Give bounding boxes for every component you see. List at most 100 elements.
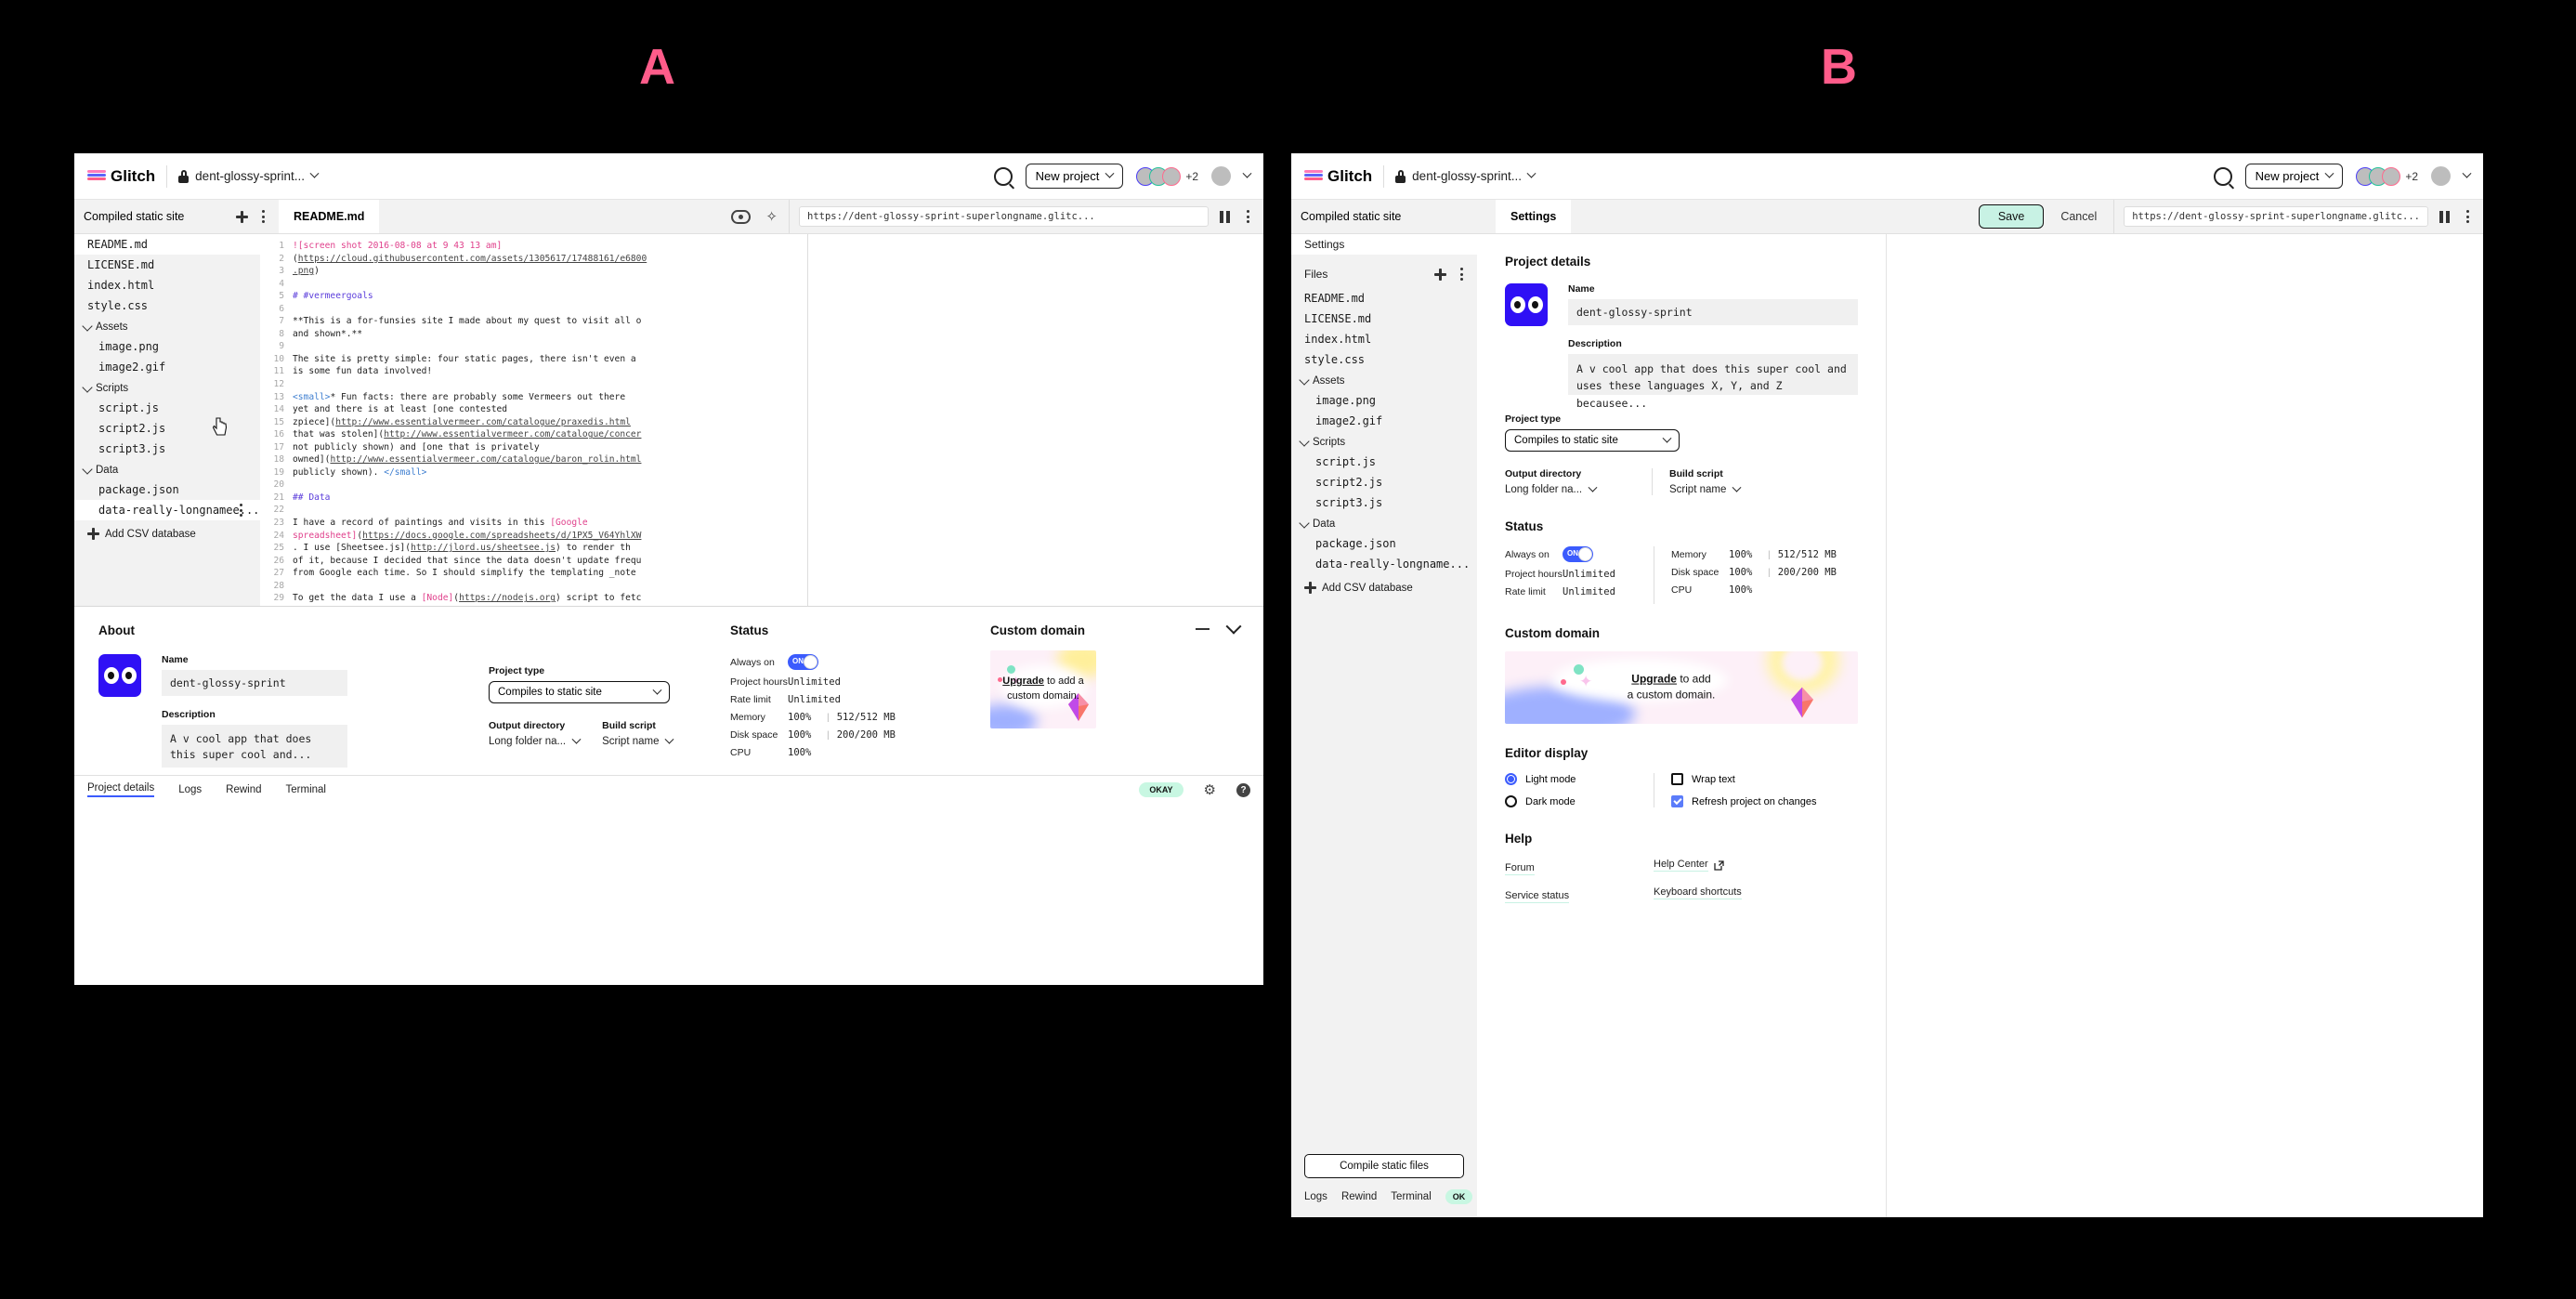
tab-logs[interactable]: Logs — [178, 784, 202, 795]
new-project-button[interactable]: New project — [2244, 164, 2344, 189]
gear-icon[interactable]: ⚙ — [1204, 783, 1216, 797]
file-item-script2-js[interactable]: script2.js — [74, 418, 260, 439]
pause-icon[interactable] — [1220, 210, 1230, 223]
settings-tab[interactable]: Settings — [1496, 200, 1572, 233]
always-on-toggle[interactable]: ON — [788, 654, 818, 670]
file-item-style[interactable]: style.css — [1291, 349, 1477, 370]
pause-icon[interactable] — [2439, 210, 2450, 223]
upgrade-promo-banner[interactable]: ✦ Upgrade to add a custom domain. — [1505, 651, 1858, 724]
collapse-drawer-icon[interactable] — [1225, 618, 1242, 635]
folder-assets[interactable]: Assets — [74, 316, 260, 336]
file-item-index[interactable]: index.html — [1291, 329, 1477, 349]
file-item-license[interactable]: LICENSE.md — [1291, 308, 1477, 329]
sidebar-kebab-icon[interactable] — [256, 210, 269, 223]
folder-data[interactable]: Data — [74, 459, 260, 479]
checkbox-refresh-project[interactable]: Refresh project on changes — [1671, 795, 1858, 807]
search-icon[interactable] — [993, 166, 1013, 186]
compile-static-files-button[interactable]: Compile static files — [1304, 1154, 1464, 1178]
output-directory-select[interactable]: Long folder na... — [1505, 482, 1635, 495]
preview-kebab-icon[interactable] — [1241, 210, 1254, 223]
file-row-kebab-icon[interactable] — [234, 504, 247, 517]
glitch-logo[interactable]: Glitch — [87, 167, 155, 186]
link-forum[interactable]: Forum — [1505, 862, 1535, 875]
project-switcher[interactable]: dent-glossy-sprint... — [178, 168, 320, 183]
file-item-script2-js[interactable]: script2.js — [1291, 472, 1477, 492]
file-item-image2-gif[interactable]: image2.gif — [1291, 411, 1477, 431]
preview-url-input[interactable]: https://dent-glossy-sprint-superlongname… — [799, 206, 1209, 227]
chevron-down-icon[interactable] — [2462, 168, 2472, 178]
add-csv-database-button[interactable]: Add CSV database — [74, 520, 260, 540]
file-item-readme[interactable]: README.md — [1291, 288, 1477, 308]
link-help-center[interactable]: Help Center — [1654, 859, 1708, 872]
preview-kebab-icon[interactable] — [2461, 210, 2474, 223]
file-item-data-csv[interactable]: data-really-longnamee... — [74, 500, 260, 520]
code-editor[interactable]: 1 ![screen shot 2016-08-08 at 9 43 13 am]… — [260, 234, 807, 606]
project-description-input[interactable]: A v cool app that does this super cool a… — [162, 725, 347, 768]
upgrade-link[interactable]: Upgrade — [1002, 676, 1044, 687]
new-project-button[interactable]: New project — [1025, 164, 1124, 189]
file-item-data-csv[interactable]: data-really-longname... — [1291, 554, 1477, 574]
file-item-script3-js[interactable]: script3.js — [1291, 492, 1477, 513]
file-item-style[interactable]: style.css — [74, 295, 260, 316]
file-item-image-png[interactable]: image.png — [74, 336, 260, 357]
file-item-license[interactable]: LICENSE.md — [74, 255, 260, 275]
always-on-toggle[interactable]: ON — [1563, 546, 1593, 562]
project-type-select[interactable]: Compiles to static site — [489, 681, 670, 703]
googly-eyes-avatar[interactable] — [98, 654, 141, 697]
minimize-icon[interactable] — [1196, 627, 1210, 631]
project-description-input[interactable]: A v cool app that does this super cool a… — [1568, 354, 1858, 410]
tab-terminal[interactable]: Terminal — [286, 784, 326, 795]
tab-rewind[interactable]: Rewind — [1341, 1191, 1377, 1202]
file-item-script3-js[interactable]: script3.js — [74, 439, 260, 459]
files-kebab-icon[interactable] — [1455, 268, 1468, 281]
file-item-index[interactable]: index.html — [74, 275, 260, 295]
link-service-status[interactable]: Service status — [1505, 890, 1570, 903]
upgrade-promo-banner[interactable]: ✦ Upgrade to add a custom domain. — [990, 650, 1096, 728]
preview-url-input[interactable]: https://dent-glossy-sprint-superlongname… — [2124, 206, 2428, 227]
folder-data[interactable]: Data — [1291, 513, 1477, 533]
glitch-logo[interactable]: Glitch — [1304, 167, 1372, 186]
user-avatar[interactable] — [1211, 166, 1231, 186]
file-item-image2-gif[interactable]: image2.gif — [74, 357, 260, 377]
googly-eyes-avatar[interactable] — [1505, 283, 1548, 326]
sparkle-icon[interactable]: ✧ — [765, 210, 778, 224]
project-name-input[interactable]: dent-glossy-sprint — [1568, 299, 1858, 325]
collaborator-avatars[interactable]: +2 — [1136, 166, 1198, 186]
build-script-select[interactable]: Script name — [1669, 482, 1742, 495]
add-file-icon[interactable] — [1434, 268, 1446, 281]
collaborator-avatars[interactable]: +2 — [2356, 166, 2418, 186]
folder-assets[interactable]: Assets — [1291, 370, 1477, 390]
project-name-input[interactable]: dent-glossy-sprint — [162, 670, 347, 696]
link-keyboard-shortcuts[interactable]: Keyboard shortcuts — [1654, 886, 1742, 899]
build-script-select[interactable]: Script name — [602, 734, 674, 747]
file-item-script-js[interactable]: script.js — [74, 398, 260, 418]
checkbox-wrap-text[interactable]: Wrap text — [1671, 773, 1858, 785]
add-file-icon[interactable] — [236, 210, 248, 223]
sidebar-item-settings[interactable]: Settings — [1291, 234, 1477, 255]
save-button[interactable]: Save — [1978, 204, 2045, 229]
search-icon[interactable] — [2213, 166, 2232, 186]
radio-dark-mode[interactable]: Dark mode — [1505, 795, 1654, 807]
cancel-button[interactable]: Cancel — [2060, 210, 2097, 223]
eye-icon[interactable] — [731, 209, 752, 224]
file-item-image-png[interactable]: image.png — [1291, 390, 1477, 411]
project-type-select[interactable]: Compiles to static site — [1505, 429, 1680, 452]
user-avatar[interactable] — [2431, 166, 2451, 186]
tab-terminal[interactable]: Terminal — [1391, 1191, 1431, 1202]
project-switcher[interactable]: dent-glossy-sprint... — [1395, 168, 1536, 183]
upgrade-link[interactable]: Upgrade — [1631, 673, 1677, 686]
folder-scripts[interactable]: Scripts — [74, 377, 260, 398]
file-item-readme[interactable]: README.md — [74, 234, 260, 255]
file-item-script-js[interactable]: script.js — [1291, 452, 1477, 472]
radio-light-mode[interactable]: Light mode — [1505, 773, 1654, 785]
tab-project-details[interactable]: Project details — [87, 782, 155, 797]
add-csv-database-button[interactable]: Add CSV database — [1291, 574, 1477, 594]
file-item-package-json[interactable]: package.json — [74, 479, 260, 500]
tab-rewind[interactable]: Rewind — [226, 784, 261, 795]
tab-logs[interactable]: Logs — [1304, 1191, 1327, 1202]
file-item-package-json[interactable]: package.json — [1291, 533, 1477, 554]
output-directory-select[interactable]: Long folder na... — [489, 734, 582, 747]
editor-tab-readme[interactable]: README.md — [279, 200, 380, 233]
folder-scripts[interactable]: Scripts — [1291, 431, 1477, 452]
chevron-down-icon[interactable] — [1242, 168, 1252, 178]
